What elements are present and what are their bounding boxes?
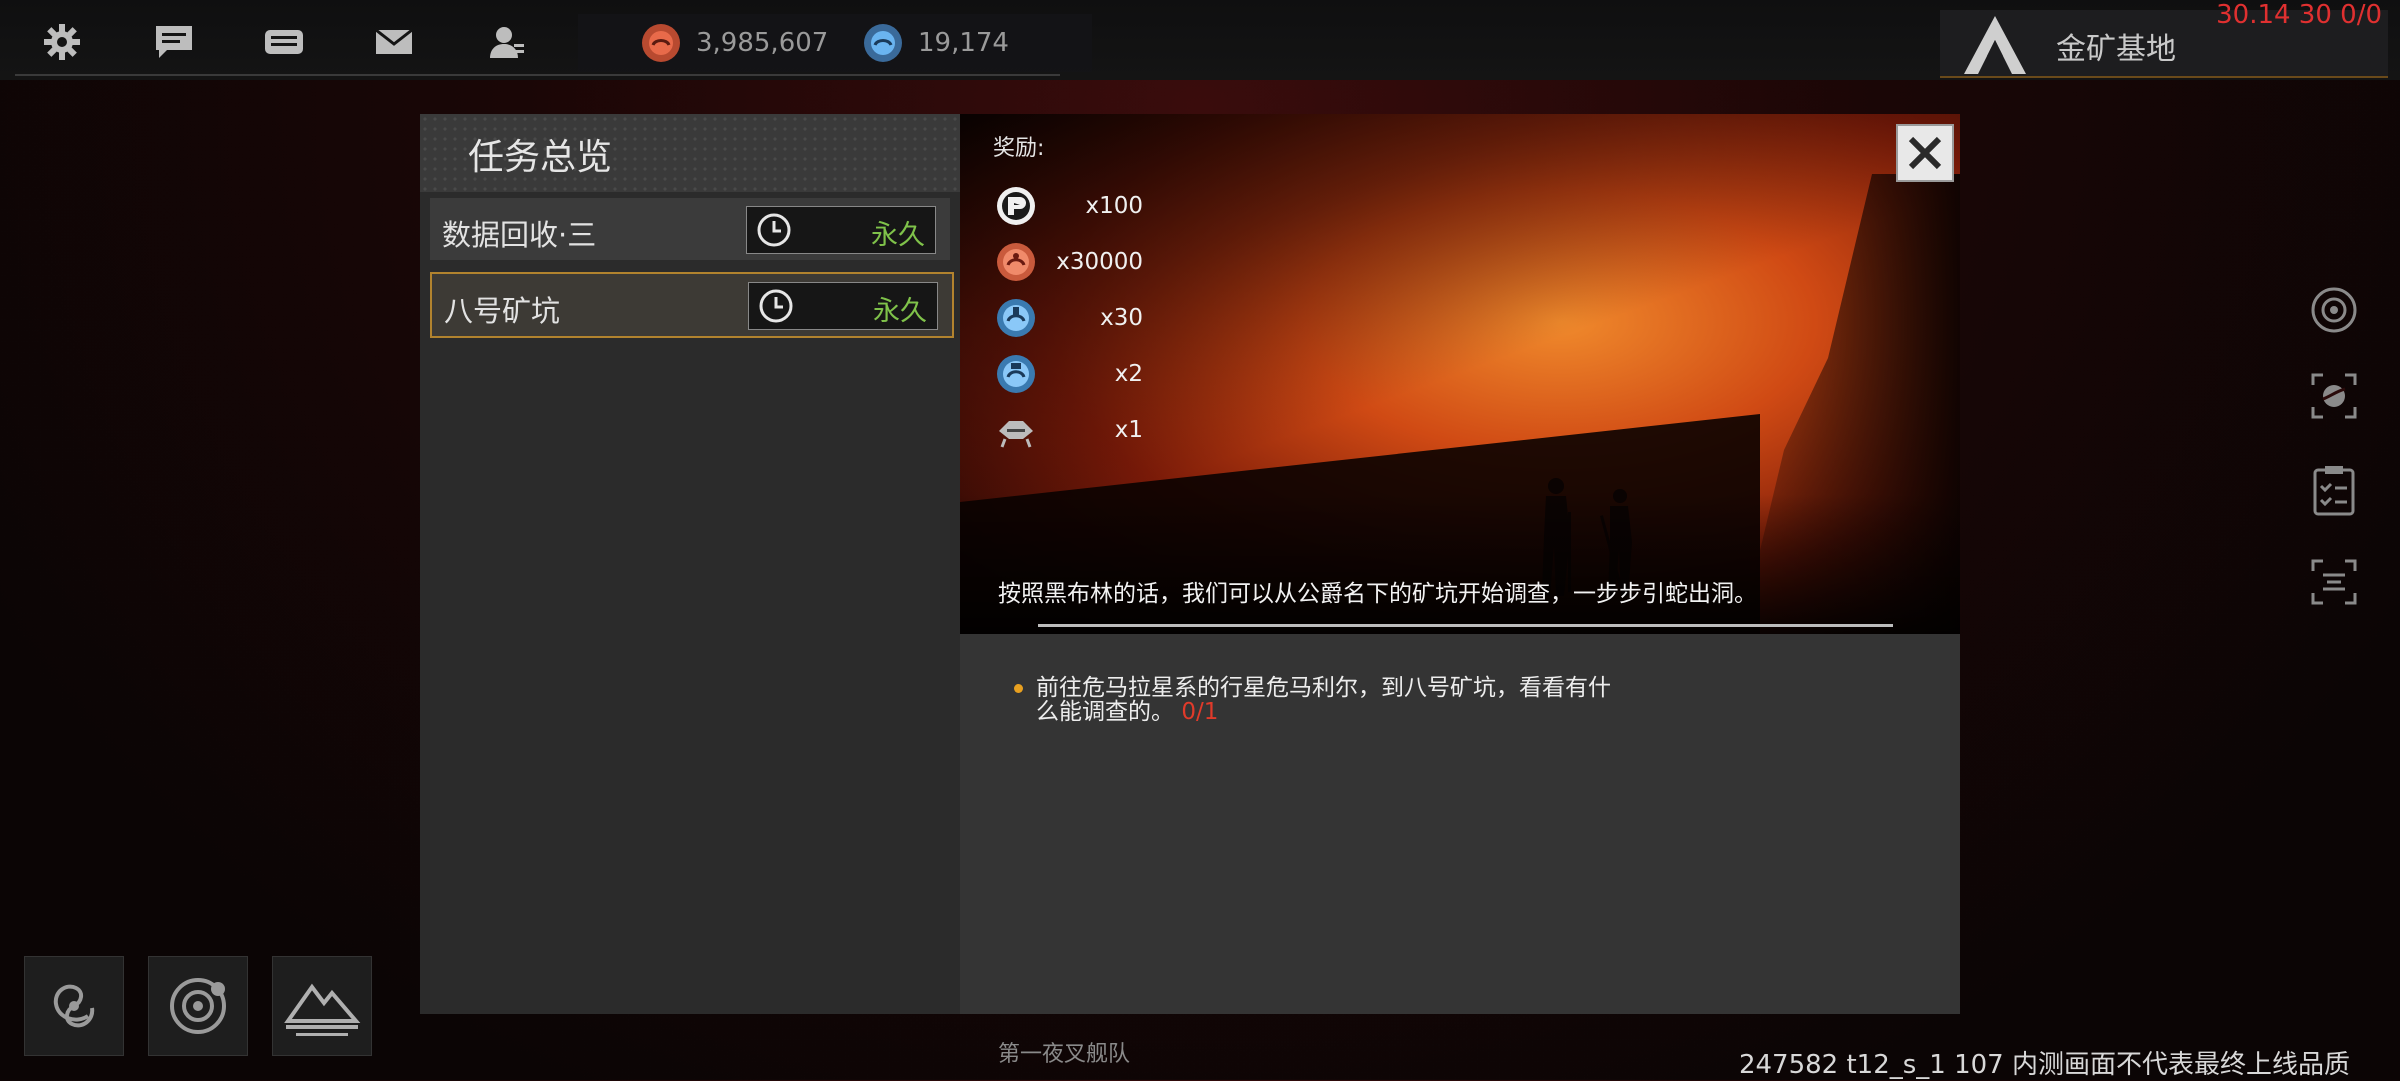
planet-base-icon (284, 983, 361, 1036)
quest-name: 八号矿坑 (444, 294, 561, 328)
reputation-icon (997, 187, 1035, 225)
crystal-icon (997, 355, 1035, 393)
crystal-icon (864, 24, 902, 62)
gear-icon[interactable] (38, 18, 86, 66)
reward-item: x2 (995, 353, 1195, 397)
reward-qty: x30000 (1056, 249, 1143, 275)
close-button[interactable] (1896, 124, 1954, 182)
reward-qty: x2 (1114, 361, 1143, 387)
reward-qty: x1 (1114, 417, 1143, 443)
reward-item: x100 (995, 185, 1195, 229)
planet-base-button[interactable] (272, 956, 372, 1056)
objective-text: 前往危马拉星系的行星危马利尔，到八号矿坑，看看有什么能调查的。 0/1 (1036, 676, 1616, 724)
filter-icon[interactable] (2308, 556, 2360, 608)
reward-qty: x30 (1100, 305, 1143, 331)
quest-duration: 永久 (873, 296, 927, 327)
crystal-icon (997, 299, 1035, 337)
person-icon[interactable] (482, 18, 530, 66)
alliance-logo-icon (1964, 16, 2026, 74)
quest-item[interactable]: 数据回收·三 永久 (430, 198, 950, 260)
mail-bubble-icon[interactable] (260, 18, 308, 66)
quest-name: 数据回收·三 (442, 218, 597, 252)
planet-scan-icon[interactable] (2308, 370, 2360, 422)
reward-item: x30 (995, 297, 1195, 341)
radar-icon[interactable] (2308, 284, 2360, 336)
top-bar-divider (15, 74, 1060, 76)
star-system-button[interactable] (148, 956, 248, 1056)
credits-icon (997, 243, 1035, 281)
quest-duration: 永久 (871, 220, 925, 251)
chat-icon[interactable] (150, 18, 198, 66)
description-divider (1038, 624, 1893, 627)
objective-desc: 前往危马拉星系的行星危马利尔，到八号矿坑，看看有什么能调查的。 (1036, 675, 1611, 725)
objective-bullet (1014, 684, 1023, 693)
debug-stats: 30.14 30 0/0 (2216, 0, 2382, 30)
star-system-icon (170, 978, 226, 1034)
reward-qty: x100 (1085, 193, 1143, 219)
close-icon (1908, 136, 1942, 170)
quest-item-selected[interactable]: 八号矿坑 永久 (430, 272, 954, 338)
clipboard-icon[interactable] (2308, 464, 2360, 516)
reward-label: 奖励: (993, 136, 1045, 161)
reward-item: x1 (995, 409, 1195, 453)
objective-progress: 0/1 (1181, 699, 1219, 725)
base-name: 金矿基地 (2056, 32, 2176, 67)
quest-description: 按照黑布林的话，我们可以从公爵名下的矿坑开始调查，一步步引蛇出洞。 (998, 581, 1757, 607)
quest-timer: 永久 (746, 206, 936, 254)
build-watermark: 247582 t12_s_1 107 内测画面不代表最终上线品质 (1738, 1050, 2350, 1080)
fleet-label[interactable]: 第一夜叉舰队 (998, 1036, 1130, 1068)
clock-icon (759, 289, 793, 323)
credits-value: 3,985,607 (696, 28, 829, 58)
reward-item: x30000 (995, 241, 1195, 285)
galaxy-button[interactable] (24, 956, 124, 1056)
illustration-shadow (960, 494, 1960, 634)
clock-icon (757, 213, 791, 247)
envelope-icon[interactable] (370, 18, 418, 66)
galaxy-icon (53, 984, 95, 1028)
credits-icon (642, 24, 680, 62)
resource-credits: 3,985,607 (640, 14, 828, 72)
crystal-value: 19,174 (918, 28, 1009, 58)
ship-blueprint-icon (999, 421, 1033, 448)
quest-timer: 永久 (748, 282, 938, 330)
resource-crystal: 19,174 (862, 14, 1009, 72)
quest-panel-title: 任务总览 (468, 137, 613, 178)
